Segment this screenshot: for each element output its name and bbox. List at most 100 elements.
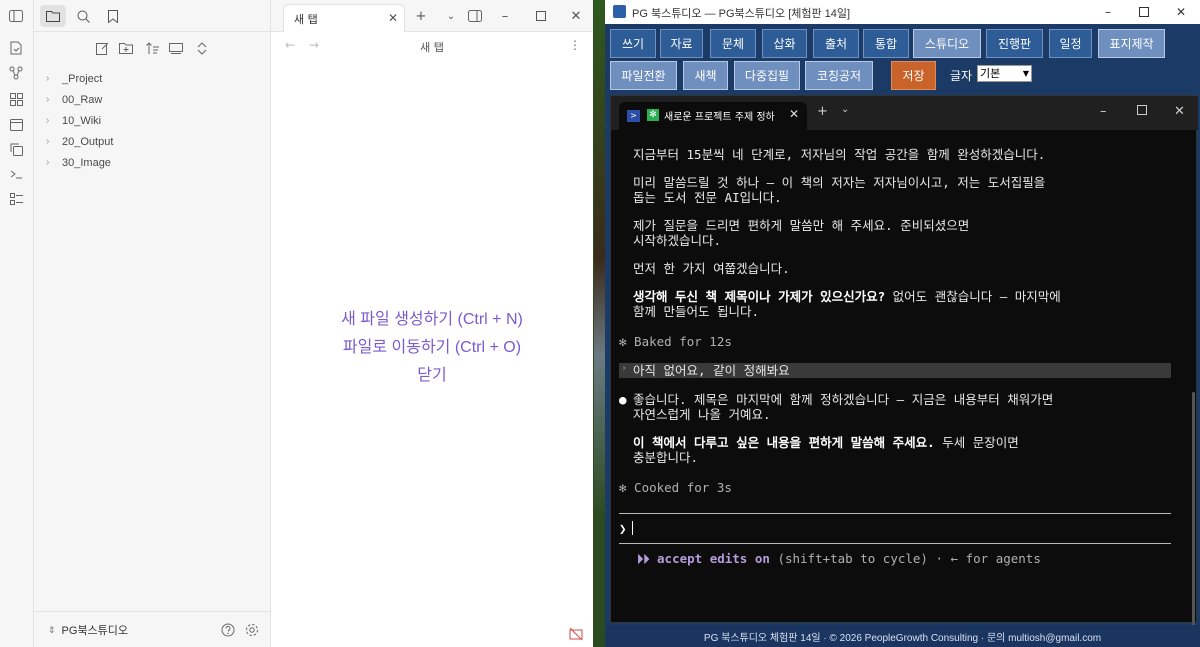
copy-icon[interactable]: [8, 141, 24, 157]
list-icon[interactable]: [8, 191, 24, 207]
app-logo-icon: [613, 5, 626, 18]
mode-hint: (shift+tab to cycle) · ← for agents: [769, 551, 1041, 566]
chevron-right-icon: ›: [46, 94, 50, 105]
illustration-button[interactable]: 삽화: [762, 29, 807, 58]
new-folder-icon[interactable]: [118, 40, 134, 56]
terminal-window: > ✻ 새로운 프로젝트 주제 정하 ✕ + ⌄ – ✕ 지금부터 15분씩 네…: [610, 95, 1198, 642]
chevron-updown-icon: ⇕: [48, 624, 56, 635]
vault-switcher-bar: ⇕ PG북스튜디오: [34, 611, 271, 647]
create-new-file-link[interactable]: 새 파일 생성하기 (Ctrl + N): [271, 306, 593, 334]
terminal-scrollbar[interactable]: [1192, 392, 1195, 642]
file-tree: › _Project › 00_Raw › 10_Wiki › 20_Output › 3…: [46, 68, 113, 173]
folder-item[interactable]: › 00_Raw: [46, 89, 113, 110]
close-icon[interactable]: ✕: [388, 11, 398, 25]
minimize-icon[interactable]: –: [497, 8, 513, 24]
note-title: 새 탭: [420, 41, 444, 54]
cover-design-button[interactable]: 표지제작: [1098, 29, 1165, 58]
sidebar-toggle-icon[interactable]: [8, 8, 24, 24]
collapse-view-icon[interactable]: [168, 40, 184, 56]
studio-button[interactable]: 스튜디오: [913, 29, 981, 58]
desktop-background: [594, 0, 605, 647]
switch-file-button[interactable]: 파일전환: [610, 61, 677, 90]
bullet-icon: ●: [619, 392, 627, 407]
vault-switcher[interactable]: ⇕ PG북스튜디오: [48, 622, 128, 638]
output-line: 지금부터 15분씩 네 단계로, 저자님의 작업 공간을 함께 완성하겠습니다.: [633, 147, 1046, 162]
input-bottom-rule: [619, 543, 1171, 544]
folder-label: 10_Wiki: [62, 114, 102, 127]
sort-icon[interactable]: [144, 40, 160, 56]
maximize-icon[interactable]: [1134, 4, 1154, 20]
output-line: 시작하겠습니다.: [633, 233, 722, 248]
window-close-icon[interactable]: ✕: [1174, 104, 1185, 119]
help-icon[interactable]: [220, 622, 236, 638]
write-button[interactable]: 쓰기: [610, 29, 656, 58]
new-tab-plus-icon[interactable]: +: [413, 8, 429, 24]
go-to-file-link[interactable]: 파일로 이동하기 (Ctrl + O): [271, 334, 593, 362]
settings-gear-icon[interactable]: [244, 622, 260, 638]
window-close-icon[interactable]: ✕: [568, 8, 584, 24]
accept-edits-mode[interactable]: ⏵⏵ accept edits on: [637, 551, 770, 566]
window-title: PG 북스튜디오 — PG북스튜디오 [체험판 14일]: [632, 8, 851, 20]
save-button[interactable]: 저장: [891, 61, 936, 90]
new-tab-plus-icon[interactable]: +: [817, 104, 828, 119]
close-link[interactable]: 닫기: [271, 362, 593, 390]
output-line: 함께 만들어도 됩니다.: [633, 304, 760, 319]
tab-list-chevron-down-icon[interactable]: ⌄: [443, 8, 459, 24]
new-note-edit-icon[interactable]: [94, 40, 110, 56]
terminal-tab[interactable]: > ✻ 새로운 프로젝트 주제 정하 ✕: [619, 102, 807, 130]
output-line: 미리 말씀드릴 것 하나 — 이 책의 저자는 저자님이시고, 저는 도서집필을: [633, 175, 1046, 190]
folder-item[interactable]: › 30_Image: [46, 152, 113, 173]
sidebar-right-toggle-icon[interactable]: [467, 8, 483, 24]
terminal-input[interactable]: [632, 521, 633, 535]
new-note-icon[interactable]: [8, 40, 24, 56]
pg-bookstudio-window: PG 북스튜디오 — PG북스튜디오 [체험판 14일] – ✕ 쓰기 자료 문…: [605, 0, 1200, 647]
chevron-right-icon: ›: [46, 115, 50, 126]
bookmark-icon[interactable]: [100, 5, 126, 27]
folder-item[interactable]: › 10_Wiki: [46, 110, 113, 131]
pg-footer: PG 북스튜디오 체험판 14일 · © 2026 PeopleGrowth C…: [605, 625, 1200, 647]
progress-board-button[interactable]: 진행판: [986, 29, 1043, 58]
output-line: 자연스럽게 나올 거예요.: [633, 407, 771, 422]
window-close-icon[interactable]: ✕: [1171, 4, 1191, 20]
dropdown-arrow-icon: ▼: [1022, 69, 1029, 78]
new-book-button[interactable]: 새책: [683, 61, 728, 90]
close-icon[interactable]: ✕: [789, 107, 799, 121]
multi-writing-button[interactable]: 다중집필: [734, 61, 800, 90]
terminal-icon[interactable]: [8, 166, 24, 182]
coaching-coauthor-button[interactable]: 코칭공저: [805, 61, 873, 90]
tab-new[interactable]: 새 탭 ✕: [283, 4, 405, 32]
output-line: 먼저 한 가지 여쭙겠습니다.: [633, 261, 790, 276]
more-options-icon[interactable]: ⋮: [569, 38, 581, 52]
folder-item[interactable]: › _Project: [46, 68, 113, 89]
schedule-button[interactable]: 일정: [1049, 29, 1092, 58]
output-line: 좋습니다. 제목은 마지막에 함께 정하겠습니다 — 지금은 내용부터 채워가면: [633, 392, 1054, 407]
graph-view-icon[interactable]: [8, 65, 24, 81]
sources-button[interactable]: 출처: [813, 29, 859, 58]
font-select[interactable]: 기본 ▼: [977, 65, 1032, 82]
files-tab-folder-icon[interactable]: [40, 5, 66, 27]
merge-button[interactable]: 통합: [863, 29, 909, 58]
sync-off-icon[interactable]: [569, 627, 585, 643]
user-message-row: › 아직 없어요, 같이 정해봐요: [619, 363, 1171, 378]
folder-label: 20_Output: [62, 135, 114, 148]
maximize-icon[interactable]: [1137, 104, 1147, 119]
editor-pane: 새 탭 ✕ + ⌄ – ✕ ← → 새 탭 ⋮ 새 파일 생성하기 (Ctrl …: [271, 0, 593, 647]
style-button[interactable]: 문체: [710, 29, 756, 58]
chevron-down-icon[interactable]: ⌄: [841, 104, 849, 115]
folder-label: 00_Raw: [62, 93, 103, 106]
vault-name: PG북스튜디오: [61, 625, 129, 637]
minimize-icon[interactable]: –: [1100, 104, 1107, 119]
calendar-icon[interactable]: [8, 116, 24, 132]
folder-item[interactable]: › 20_Output: [46, 131, 113, 152]
output-line: 돕는 도서 전문 AI입니다.: [633, 190, 782, 205]
terminal-output: 지금부터 15분씩 네 단계로, 저자님의 작업 공간을 함께 완성하겠습니다.…: [611, 130, 1198, 642]
ribbon: [0, 0, 34, 647]
expand-collapse-chevron-icon[interactable]: [194, 40, 210, 56]
canvas-icon[interactable]: [8, 91, 24, 107]
font-select-value: 기본: [980, 67, 1001, 80]
materials-button[interactable]: 자료: [660, 29, 703, 58]
search-icon[interactable]: [70, 5, 96, 27]
obsidian-window: › _Project › 00_Raw › 10_Wiki › 20_Output › 3…: [0, 0, 593, 647]
maximize-icon[interactable]: [533, 8, 549, 24]
minimize-icon[interactable]: –: [1098, 4, 1118, 20]
